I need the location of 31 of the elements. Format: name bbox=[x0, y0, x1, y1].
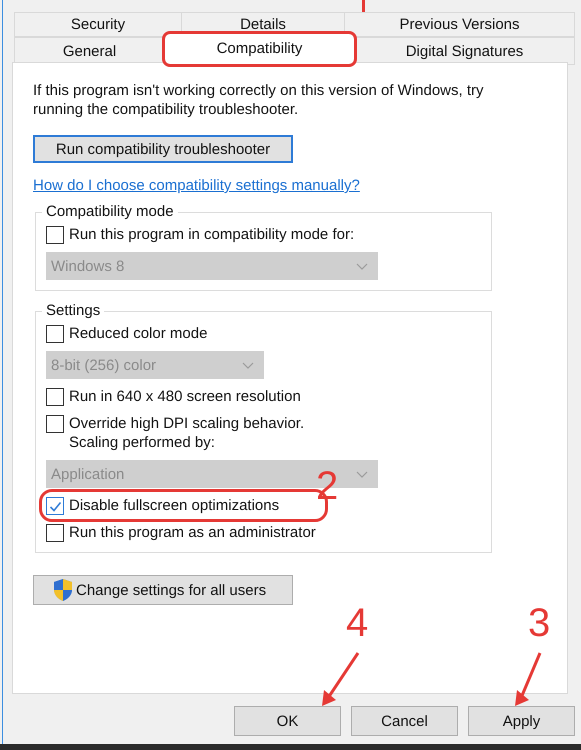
tab[interactable]: Security bbox=[14, 12, 182, 37]
tab[interactable]: Previous Versions bbox=[344, 12, 575, 37]
checkbox-label: Run in 640 x 480 screen resolution bbox=[69, 387, 301, 406]
dialog-button[interactable]: OK bbox=[234, 706, 341, 736]
checkbox[interactable] bbox=[46, 524, 64, 542]
checkbox[interactable] bbox=[46, 226, 64, 244]
checkbox[interactable] bbox=[46, 388, 64, 406]
group-title: Compatibility mode bbox=[42, 203, 178, 220]
dialog-button[interactable]: Cancel bbox=[351, 706, 458, 736]
annotation-mark bbox=[362, 0, 365, 12]
step-number: 4 bbox=[346, 603, 368, 643]
help-link[interactable]: How do I choose compatibility settings manually? bbox=[33, 177, 360, 194]
all-users-button[interactable]: Change settings for all users bbox=[33, 575, 293, 605]
troubleshooter-button[interactable]: Run compatibility troubleshooter bbox=[33, 135, 293, 163]
tab[interactable]: Compatibility bbox=[164, 33, 355, 65]
checkbox-label: Reduced color mode bbox=[69, 324, 208, 343]
chevron-icon bbox=[242, 362, 254, 368]
checkbox[interactable] bbox=[46, 325, 64, 343]
checkbox[interactable] bbox=[46, 497, 64, 515]
checkbox[interactable] bbox=[46, 415, 64, 433]
checkbox-label: Run this program in compatibility mode for: bbox=[69, 225, 354, 244]
group-title: Settings bbox=[42, 302, 104, 319]
checkbox-label: Override high DPI scaling behavior. Scaling performed by: bbox=[69, 414, 304, 452]
checkbox-label: Run this program as an administrator bbox=[69, 523, 316, 542]
dialog-button[interactable]: Apply bbox=[468, 706, 575, 736]
step-number: 3 bbox=[528, 603, 550, 643]
intro-text: If this program isn't working correctly on this version of Windows, try running the compatibility troubleshooter. bbox=[33, 81, 485, 119]
shield-icon bbox=[52, 578, 74, 602]
chevron-icon bbox=[356, 470, 368, 478]
checkbox-label: Disable fullscreen optimizations bbox=[69, 496, 280, 515]
chevron-icon bbox=[356, 262, 368, 270]
